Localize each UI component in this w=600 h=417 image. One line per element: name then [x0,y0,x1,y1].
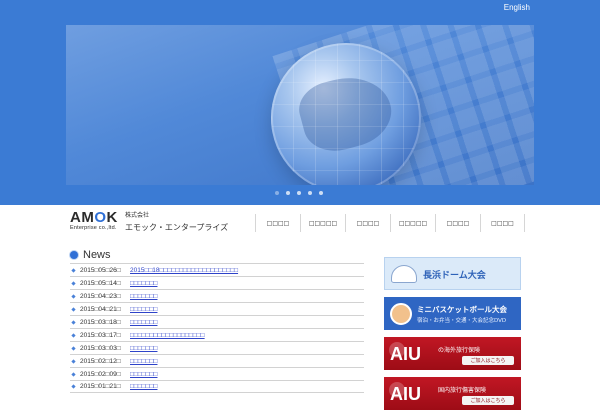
news-link[interactable]: □□□□□□□ [130,280,157,287]
logo-letter: AM [70,209,95,226]
nagahama-dome-banner[interactable]: 長浜ドーム大会 [384,257,521,290]
news-link[interactable]: □□□□□□□ [130,358,157,365]
slider-dot[interactable] [286,191,290,195]
aiu-cta: ご加入はこちら [462,396,514,405]
news-bullet-icon [70,251,78,259]
news-item: 2015□05□26□ 2015□□18□□□□□□□□□□□□□□□□□□□□ [70,263,364,276]
news-item: 2015□04□21□ □□□□□□□ [70,302,364,315]
news-item-bullet-icon [71,358,76,364]
news-item-bullet-icon [71,371,76,377]
aiu-brand: AIU [390,344,421,364]
slider-dot[interactable] [297,191,301,195]
nav-item-5[interactable]: □□□□ [435,214,480,232]
aiu-cta: ご加入はこちら [462,356,514,365]
aiu-copy: 国内旅行傷害保険 [438,387,487,394]
news-link[interactable]: □□□□□□□ [130,319,157,326]
english-language-link[interactable]: English [504,3,530,12]
mini-basketball-title: ミニバスケットボール大会 [417,305,507,314]
news-item-bullet-icon [71,332,76,338]
news-date: 2015□05□26□ [80,266,121,274]
main-nav: □□□□ □□□□□ □□□□ □□□□□ □□□□ □□□□ [255,214,525,232]
news-list: 2015□05□26□ 2015□□18□□□□□□□□□□□□□□□□□□□□… [70,263,364,393]
sidebar-banners: 長浜ドーム大会 ミニバスケットボール大会 宿泊・お弁当・交通・大会記念DVD A… [384,257,521,417]
logo-mark: AMOK [70,209,122,226]
logo-subtitle: Enterprise co.,ltd. [70,225,117,231]
dome-icon [391,265,417,283]
news-item-bullet-icon [71,345,76,351]
news-item: 2015□03□03□ □□□□□□□ [70,341,364,354]
news-date: 2015□02□12□ [80,357,121,365]
news-heading: News [70,249,111,261]
news-item: 2015□02□09□ □□□□□□□ [70,367,364,380]
news-item: 2015□05□14□ □□□□□□□ [70,276,364,289]
news-item-bullet-icon [71,293,76,299]
mascot-icon [390,303,412,325]
globe-image [271,43,421,185]
news-item-bullet-icon [71,267,76,273]
news-date: 2015□05□14□ [80,279,121,287]
logo-o: O [94,209,107,226]
logo-letter: K [106,209,118,226]
news-link[interactable]: □□□□□□□ [130,371,157,378]
news-item-bullet-icon [71,306,76,312]
company-name: エモック・エンタープライズ [125,223,229,232]
news-item-bullet-icon [71,384,76,389]
slider-dot[interactable] [275,191,279,195]
slider-dot[interactable] [319,191,323,195]
news-date: 2015□04□23□ [80,292,121,300]
nav-item-6[interactable]: □□□□ [480,214,525,232]
news-date: 2015□03□18□ [80,318,121,326]
nav-item-2[interactable]: □□□□□ [300,214,345,232]
mini-basketball-banner[interactable]: ミニバスケットボール大会 宿泊・お弁当・交通・大会記念DVD [384,297,521,330]
top-bar: English [0,0,600,205]
news-date: 2015□01□21□ [80,383,121,390]
news-date: 2015□03□03□ [80,344,121,352]
news-item: 2015□03□18□ □□□□□□□ [70,315,364,328]
news-link[interactable]: □□□□□□□ [130,345,157,352]
news-item: 2015□03□17□ □□□□□□□□□□□□□□□□□□□ [70,328,364,341]
news-link[interactable]: □□□□□□□ [130,383,157,390]
news-item: 2015□02□12□ □□□□□□□ [70,354,364,367]
company-prefix: 株式会社 [125,212,150,219]
news-title: News [83,249,111,261]
aiu-copy: の海外旅行保険 [438,347,481,354]
company-name-block: 株式会社 エモック・エンタープライズ [125,210,228,233]
slider-dots [275,191,323,195]
aiu-domestic-insurance-banner[interactable]: AIU 国内旅行傷害保険 ご加入はこちら [384,377,521,410]
news-item-bullet-icon [71,319,76,325]
nav-item-1[interactable]: □□□□ [255,214,300,232]
news-item: 2015□01□21□ □□□□□□□ [70,380,364,393]
aiu-brand: AIU [390,384,421,404]
company-logo[interactable]: AMOK Enterprise co.,ltd. [70,209,122,235]
nav-item-4[interactable]: □□□□□ [390,214,435,232]
news-date: 2015□02□09□ [80,370,121,378]
news-item-bullet-icon [71,280,76,286]
news-item: 2015□04□23□ □□□□□□□ [70,289,364,302]
slider-dot[interactable] [308,191,312,195]
hero-slider[interactable] [66,25,534,185]
nagahama-dome-title: 長浜ドーム大会 [423,271,486,281]
news-link[interactable]: □□□□□□□□□□□□□□□□□□□ [130,332,205,339]
aiu-overseas-insurance-banner[interactable]: AIU の海外旅行保険 ご加入はこちら [384,337,521,370]
news-link[interactable]: 2015□□18□□□□□□□□□□□□□□□□□□□□ [130,267,238,274]
nav-item-3[interactable]: □□□□ [345,214,390,232]
news-date: 2015□04□21□ [80,305,121,313]
news-link[interactable]: □□□□□□□ [130,293,157,300]
mini-basketball-subtitle: 宿泊・お弁当・交通・大会記念DVD [417,318,507,324]
news-date: 2015□03□17□ [80,331,121,339]
news-link[interactable]: □□□□□□□ [130,306,157,313]
